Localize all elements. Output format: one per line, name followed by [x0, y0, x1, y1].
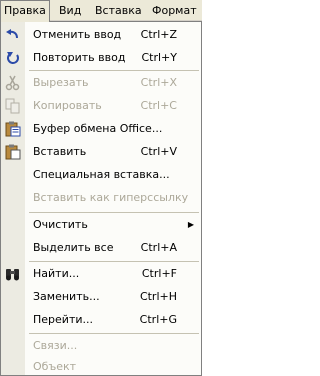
menu-item-copy[interactable]: Копировать Ctrl+C — [1, 95, 201, 117]
menu-item-object[interactable]: Объект — [1, 356, 201, 375]
menu-item-shortcut: Ctrl+X — [140, 76, 177, 89]
menu-item-undo[interactable]: Отменить ввод Ctrl+Z — [1, 24, 201, 46]
menu-item-go-to[interactable]: Перейти... Ctrl+G — [1, 309, 201, 331]
menu-item-label: Вырезать — [33, 76, 89, 89]
menu-item-select-all[interactable]: Выделить все Ctrl+A — [1, 237, 201, 259]
menu-item-label: Очистить — [33, 218, 88, 231]
menu-item-cut[interactable]: Вырезать Ctrl+X — [1, 72, 201, 94]
menu-item-paste-as-hyperlink[interactable]: Вставить как гиперссылку — [1, 187, 201, 209]
menu-separator — [29, 333, 199, 334]
menu-item-label: Копировать — [33, 99, 102, 112]
paste-icon — [4, 144, 22, 160]
menu-item-label: Вставить — [33, 145, 87, 158]
redo-icon — [4, 50, 22, 66]
menu-item-label: Вставить как гиперссылку — [33, 191, 189, 204]
menu-item-paste[interactable]: Вставить Ctrl+V — [1, 141, 201, 163]
menu-separator — [29, 212, 199, 213]
menu-item-shortcut: Ctrl+Y — [141, 51, 177, 64]
menu-item-redo[interactable]: Повторить ввод Ctrl+Y — [1, 47, 201, 69]
menu-item-replace[interactable]: Заменить... Ctrl+H — [1, 286, 201, 308]
menu-item-label: Выделить все — [33, 241, 114, 254]
menu-insert[interactable]: Вставка — [95, 0, 142, 21]
menu-item-paste-special[interactable]: Специальная вставка... — [1, 164, 201, 186]
menu-item-label: Заменить... — [33, 290, 100, 303]
menu-item-label: Найти... — [33, 267, 80, 280]
menu-item-label: Отменить ввод — [33, 28, 122, 41]
menu-item-clear[interactable]: Очистить ▶ — [1, 214, 201, 236]
menu-item-shortcut: Ctrl+F — [141, 267, 177, 280]
menu-item-label: Буфер обмена Office... — [33, 122, 163, 135]
submenu-arrow-icon: ▶ — [187, 220, 194, 229]
menu-item-shortcut: Ctrl+A — [140, 241, 177, 254]
menu-separator — [29, 261, 199, 262]
edit-dropdown-menu: Отменить ввод Ctrl+Z Повторить ввод Ctrl… — [0, 21, 202, 376]
undo-icon — [4, 27, 22, 43]
menu-bar: Правка Вид Вставка Формат — [0, 0, 202, 22]
clipboard-icon — [4, 121, 22, 137]
menu-item-label: Связи... — [33, 339, 78, 352]
menu-item-shortcut: Ctrl+Z — [140, 28, 177, 41]
menu-item-shortcut: Ctrl+V — [140, 145, 177, 158]
menu-view[interactable]: Вид — [59, 0, 81, 21]
menu-item-links[interactable]: Связи... — [1, 335, 201, 357]
binoculars-icon — [4, 266, 22, 282]
menu-item-find[interactable]: Найти... Ctrl+F — [1, 263, 201, 285]
menu-item-shortcut: Ctrl+C — [140, 99, 177, 112]
menu-item-label: Перейти... — [33, 313, 93, 326]
menu-item-office-clipboard[interactable]: Буфер обмена Office... — [1, 118, 201, 140]
scissors-icon — [4, 75, 22, 91]
menu-item-label: Повторить ввод — [33, 51, 126, 64]
menu-item-shortcut: Ctrl+G — [139, 313, 177, 326]
copy-icon — [4, 98, 22, 114]
menu-format[interactable]: Формат — [152, 0, 197, 21]
menu-separator — [29, 70, 199, 71]
menu-item-shortcut: Ctrl+H — [139, 290, 177, 303]
menu-item-label: Специальная вставка... — [33, 168, 170, 181]
menu-item-label: Объект — [33, 360, 77, 373]
menu-edit[interactable]: Правка — [0, 0, 50, 22]
